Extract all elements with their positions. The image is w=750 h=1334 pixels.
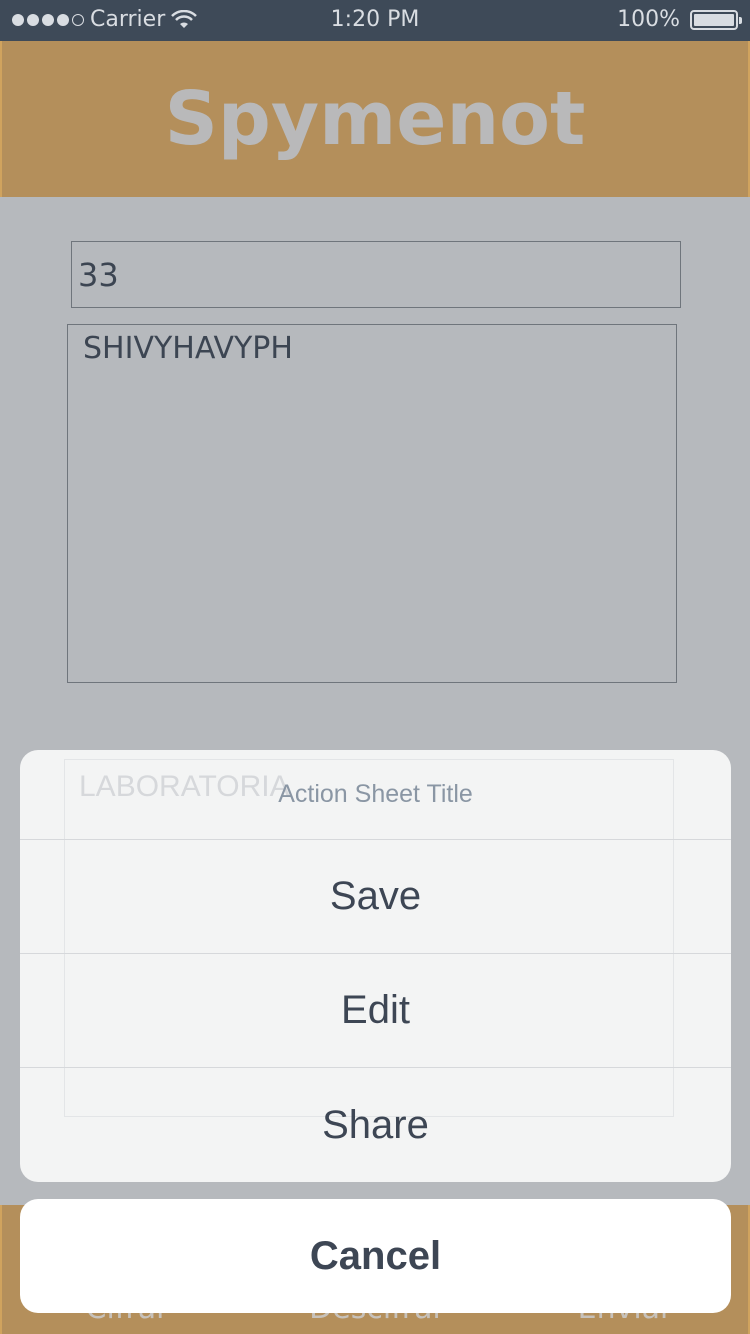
cancel-button[interactable]: Cancel (20, 1199, 731, 1313)
edit-button[interactable]: Edit (20, 954, 731, 1068)
status-right: 100% (617, 7, 742, 32)
battery-percent: 100% (617, 7, 680, 32)
app-title: Spymenot (164, 76, 586, 162)
share-button[interactable]: Share (20, 1068, 731, 1182)
save-button[interactable]: Save (20, 840, 731, 954)
action-sheet-title: Action Sheet Title (20, 750, 731, 840)
key-input[interactable]: 33 (71, 241, 681, 308)
app-header: Spymenot (0, 41, 750, 197)
status-bar: Carrier 1:20 PM 100% (0, 0, 750, 41)
action-sheet: LABORATORIA Action Sheet Title Save Edit… (20, 750, 731, 1182)
message-textarea[interactable]: SHIVYHAVYPH (67, 324, 677, 683)
battery-icon (690, 9, 742, 30)
